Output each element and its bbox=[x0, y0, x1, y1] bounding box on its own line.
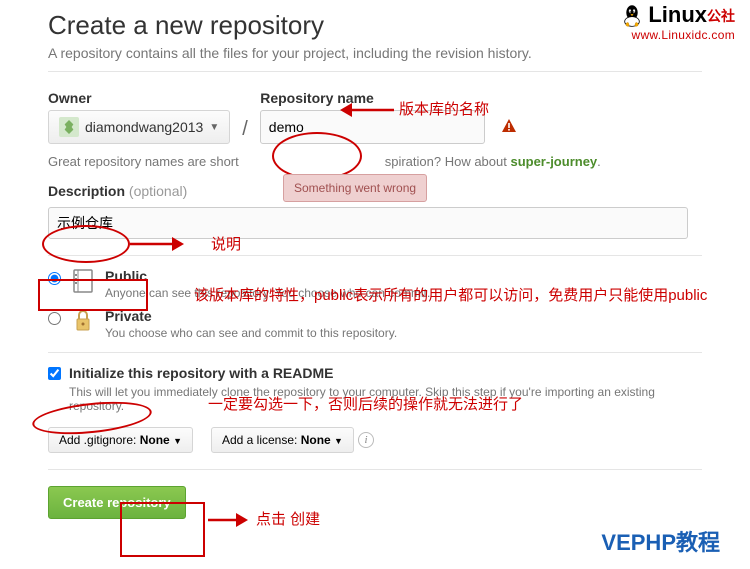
repo-private-icon bbox=[71, 308, 95, 334]
name-suggestion[interactable]: super-journey bbox=[510, 154, 597, 169]
private-label: Private bbox=[105, 308, 397, 324]
gitignore-dropdown[interactable]: Add .gitignore: None ▼ bbox=[48, 427, 193, 453]
page-title: Create a new repository bbox=[48, 10, 702, 41]
vephp-watermark: VEPHP教程 bbox=[601, 525, 720, 557]
annotation-arrow bbox=[208, 508, 250, 532]
repo-public-icon bbox=[71, 268, 95, 294]
private-desc: You choose who can see and commit to thi… bbox=[105, 326, 397, 340]
divider bbox=[48, 352, 702, 353]
public-label: Public bbox=[105, 268, 430, 284]
caret-down-icon: ▼ bbox=[173, 436, 182, 446]
name-hint: Great repository names are short and mem… bbox=[48, 154, 702, 169]
slash-separator: / bbox=[238, 114, 252, 141]
create-repository-button[interactable]: Create repository bbox=[48, 486, 186, 519]
visibility-public-radio[interactable] bbox=[48, 272, 61, 285]
license-info-icon[interactable]: i bbox=[358, 432, 374, 448]
tux-icon bbox=[619, 2, 645, 28]
owner-dropdown[interactable]: diamondwang2013 ▼ bbox=[48, 110, 230, 144]
divider bbox=[48, 469, 702, 470]
visibility-private-radio[interactable] bbox=[48, 312, 61, 325]
init-readme-checkbox[interactable] bbox=[48, 367, 61, 380]
annotation-text: 点击 创建 bbox=[256, 508, 320, 529]
divider bbox=[48, 255, 702, 256]
error-icon bbox=[501, 118, 517, 137]
caret-down-icon: ▼ bbox=[209, 122, 219, 133]
public-desc: Anyone can see this repository. You choo… bbox=[105, 286, 430, 300]
error-tooltip: Something went wrong bbox=[283, 174, 427, 202]
init-readme-desc: This will let you immediately clone the … bbox=[69, 385, 702, 413]
license-dropdown[interactable]: Add a license: None ▼ bbox=[211, 427, 354, 453]
owner-label: Owner bbox=[48, 90, 230, 106]
description-input[interactable] bbox=[48, 207, 688, 239]
owner-username: diamondwang2013 bbox=[85, 119, 203, 135]
owner-avatar bbox=[59, 117, 79, 137]
divider bbox=[48, 71, 702, 72]
init-readme-label: Initialize this repository with a README bbox=[69, 365, 702, 381]
linux-watermark: Linux公社 www.Linuxidc.com bbox=[619, 2, 735, 42]
caret-down-icon: ▼ bbox=[334, 436, 343, 446]
page-subtitle: A repository contains all the files for … bbox=[48, 45, 702, 61]
repo-name-input[interactable] bbox=[260, 110, 485, 144]
repo-name-label: Repository name bbox=[260, 90, 517, 106]
